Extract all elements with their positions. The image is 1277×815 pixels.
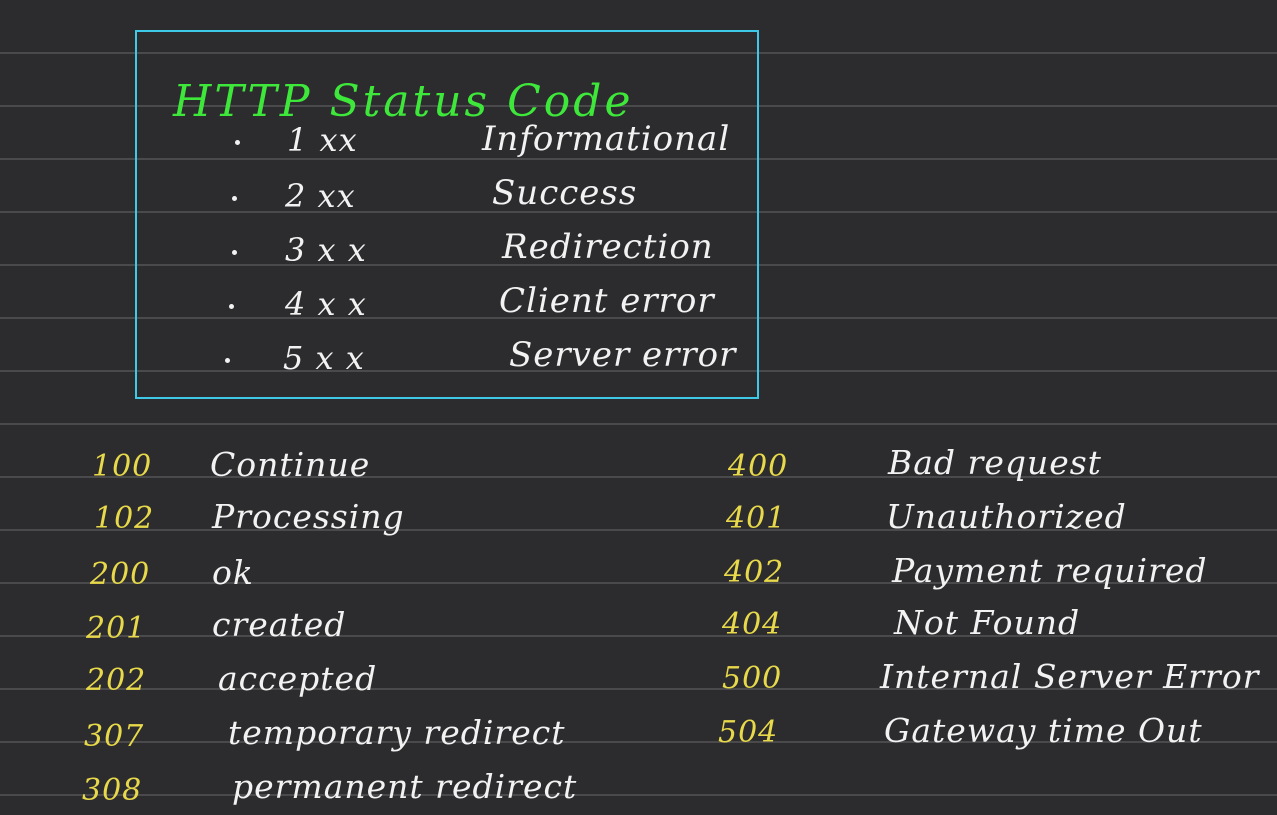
status-code: 308 — [82, 773, 143, 808]
class-label: Server error — [509, 335, 737, 375]
status-code: 500 — [722, 661, 783, 696]
status-code: 100 — [92, 449, 153, 484]
class-label: Client error — [499, 281, 715, 321]
status-meaning: Processing — [212, 497, 405, 536]
status-class-summary-box: HTTP Status Code 1 xx Informational 2 xx… — [135, 30, 759, 399]
bullet — [232, 250, 237, 255]
status-code: 402 — [724, 555, 785, 590]
class-label: Informational — [482, 119, 731, 159]
status-code: 307 — [84, 719, 145, 754]
status-meaning: Gateway time Out — [884, 711, 1203, 750]
status-code: 202 — [86, 663, 147, 698]
class-code: 2 xx — [285, 177, 356, 215]
status-meaning: ok — [212, 553, 254, 592]
class-code: 3 x x — [285, 231, 367, 269]
status-meaning: permanent redirect — [232, 767, 578, 806]
status-meaning: Continue — [210, 445, 371, 484]
status-code: 400 — [728, 449, 789, 484]
bullet — [229, 304, 234, 309]
class-label: Success — [492, 173, 638, 213]
class-label: Redirection — [502, 227, 714, 267]
status-code: 401 — [726, 501, 787, 536]
status-meaning: Internal Server Error — [880, 657, 1260, 696]
summary-title: HTTP Status Code — [173, 76, 634, 127]
status-meaning: accepted — [218, 659, 378, 698]
status-meaning: created — [212, 605, 347, 644]
bullet — [232, 196, 237, 201]
status-meaning: Not Found — [894, 603, 1081, 642]
status-code: 404 — [722, 607, 783, 642]
class-code: 5 x x — [283, 339, 365, 377]
bullet — [235, 140, 240, 145]
status-meaning: Unauthorized — [886, 497, 1127, 536]
status-meaning: Bad request — [888, 443, 1102, 482]
status-code: 200 — [90, 557, 151, 592]
bullet — [225, 358, 230, 363]
status-meaning: temporary redirect — [228, 713, 566, 752]
class-code: 4 x x — [285, 285, 367, 323]
status-code: 504 — [718, 715, 779, 750]
status-code: 201 — [86, 611, 147, 646]
class-code: 1 xx — [287, 121, 358, 159]
status-meaning: Payment required — [892, 551, 1208, 590]
status-code: 102 — [94, 501, 155, 536]
